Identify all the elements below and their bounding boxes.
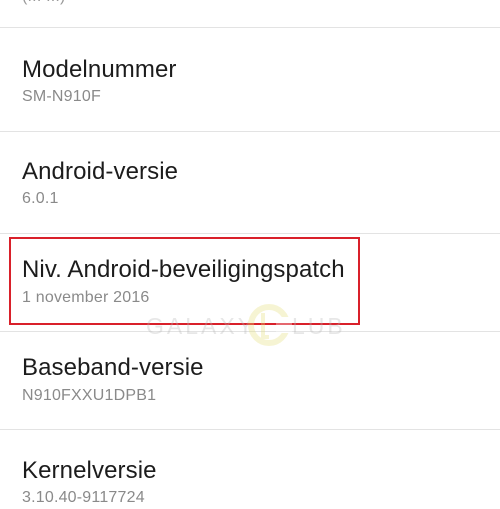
security-patch-value: 1 november 2016 [22, 289, 150, 306]
android-version-value: 6.0.1 [22, 190, 59, 207]
settings-about-screen: (... ...) Modelnummer SM-N910F Android-v… [0, 0, 500, 509]
model-number-label: Modelnummer [22, 56, 177, 83]
list-item-android-version[interactable]: Android-versie 6.0.1 [0, 132, 500, 234]
list-item-kernel-version[interactable]: Kernelversie 3.10.40-9117724 [0, 430, 500, 509]
baseband-version-value: N910FXXU1DPB1 [22, 387, 157, 404]
baseband-version-label: Baseband-versie [22, 354, 204, 381]
kernel-version-label: Kernelversie [22, 457, 157, 484]
model-number-value: SM-N910F [22, 88, 101, 105]
list-item-model-number[interactable]: Modelnummer SM-N910F [0, 28, 500, 132]
list-item-security-patch[interactable]: Niv. Android-beveiligingspatch 1 novembe… [0, 234, 500, 332]
list-item-partial[interactable]: (... ...) [0, 0, 500, 28]
partial-row-subtitle: (... ...) [22, 0, 66, 6]
security-patch-label: Niv. Android-beveiligingspatch [22, 256, 345, 283]
list-item-baseband-version[interactable]: Baseband-versie N910FXXU1DPB1 [0, 332, 500, 430]
android-version-label: Android-versie [22, 158, 179, 185]
kernel-version-value: 3.10.40-9117724 [22, 489, 145, 506]
